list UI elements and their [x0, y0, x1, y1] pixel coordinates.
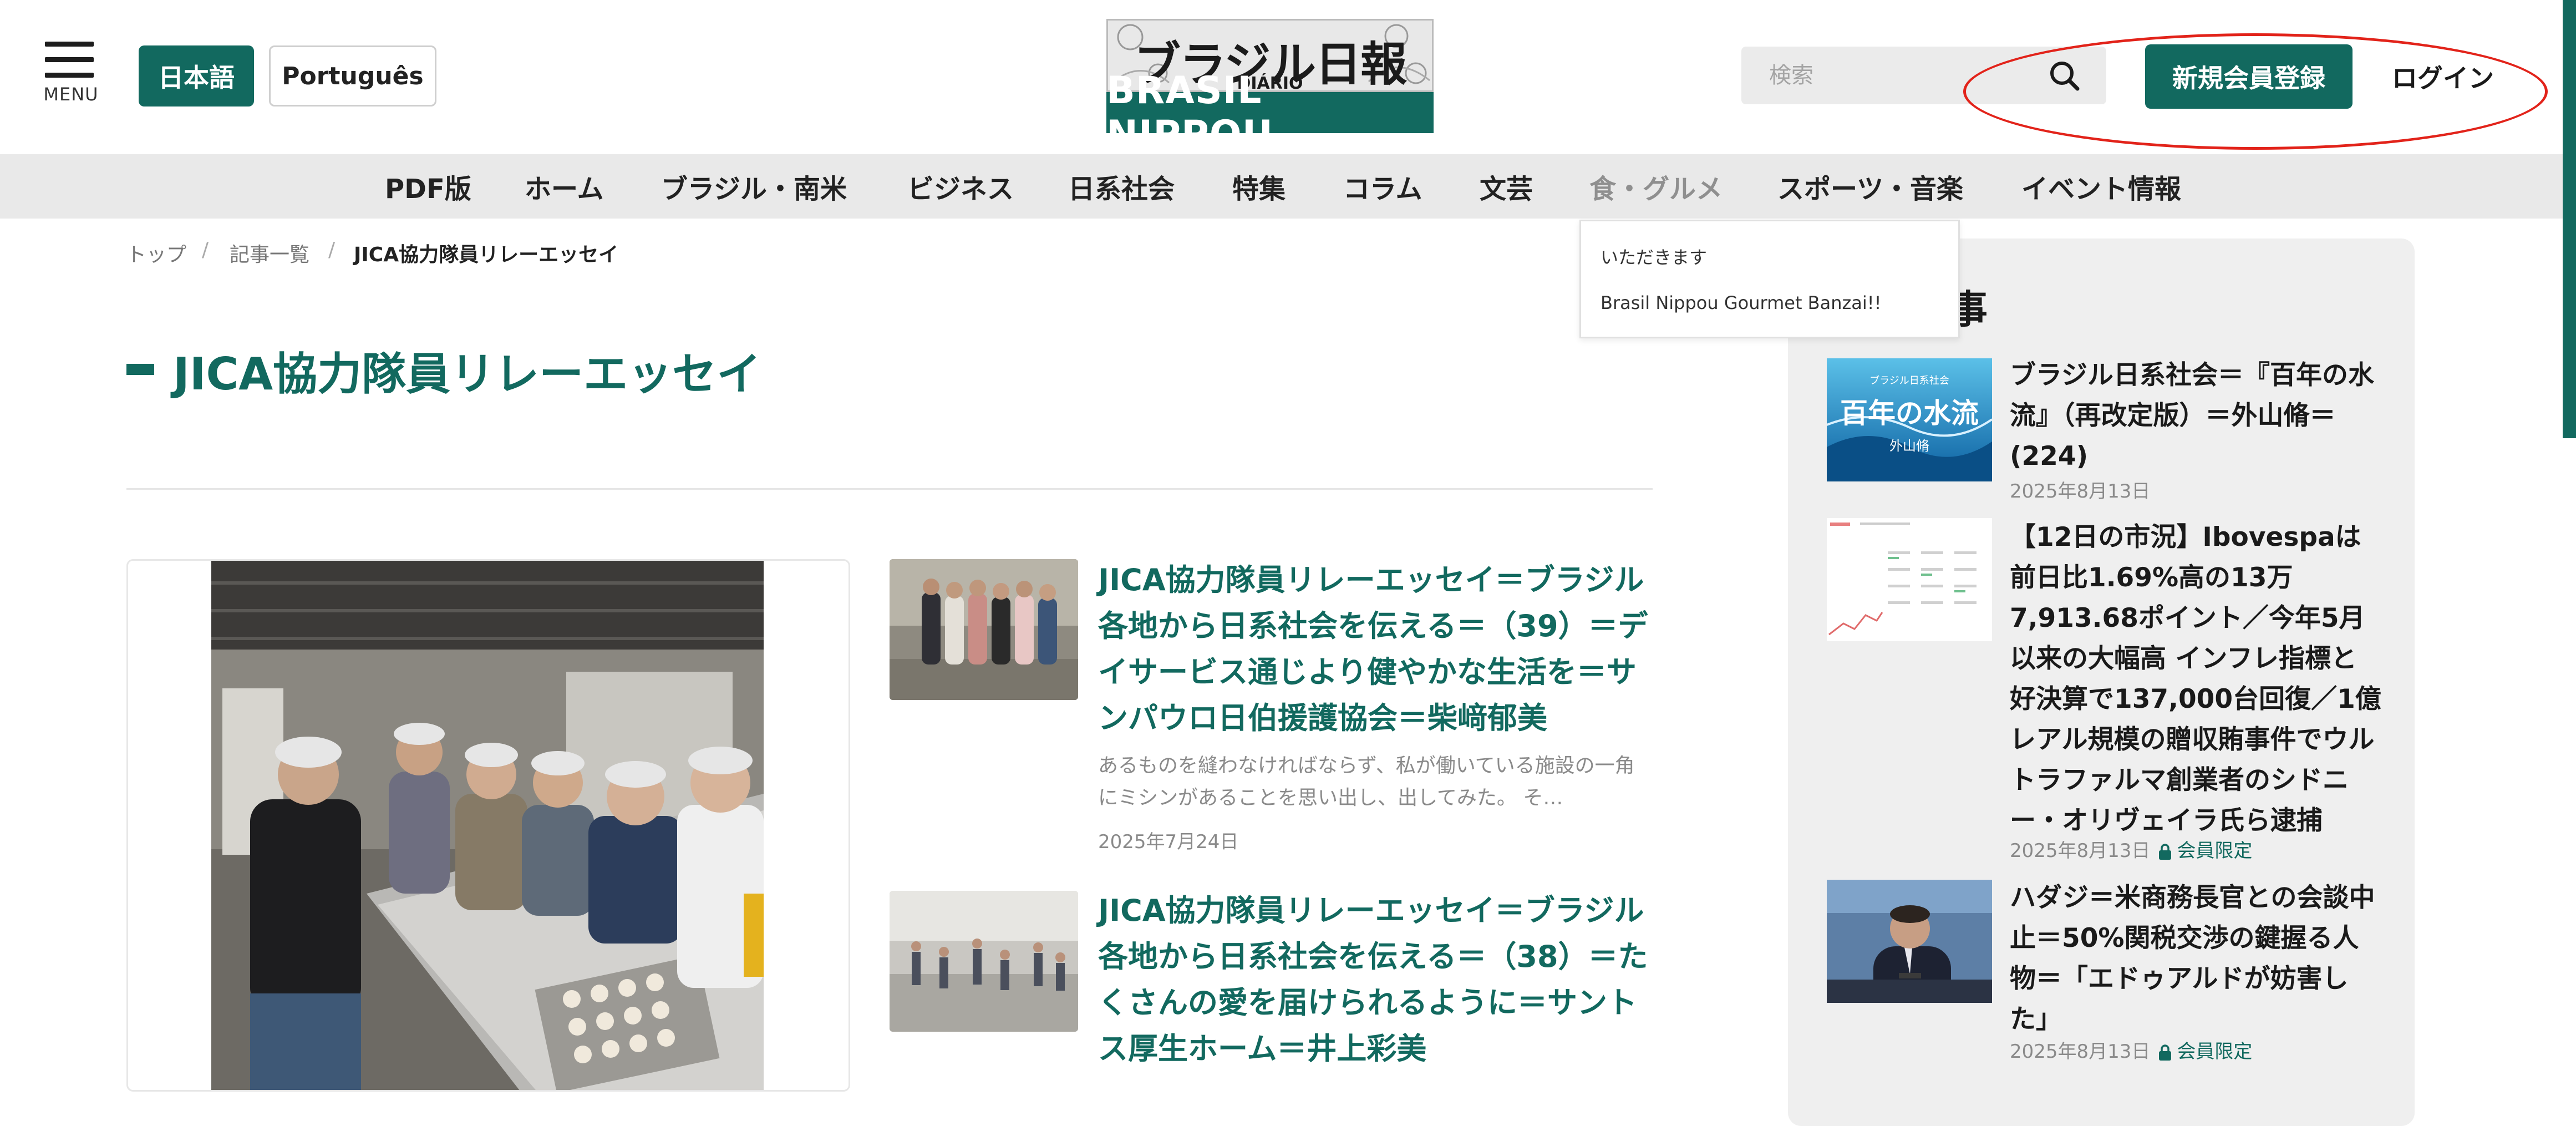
sidebar-article-date: 2025年8月13日	[2010, 840, 2151, 862]
sidebar-article-date: 2025年8月13日	[2010, 480, 2151, 503]
breadcrumb-separator: /	[328, 239, 336, 261]
sidebar-article-date: 2025年8月13日	[2010, 1041, 2151, 1063]
menu-label: MENU	[43, 84, 99, 105]
title-marker	[126, 364, 154, 375]
members-only-badge: 会員限定	[2177, 1041, 2253, 1063]
article-thumbnail-image	[890, 559, 1078, 700]
sidebar-article-meta: 2025年8月13日 会員限定	[2010, 835, 2252, 863]
featured-article-card[interactable]	[126, 559, 850, 1092]
article-thumbnail[interactable]	[890, 559, 1078, 700]
breadcrumb-current: JICA協力隊員リレーエッセイ	[354, 244, 619, 266]
nav-item-literature[interactable]: 文芸	[1480, 154, 1533, 219]
sidebar-article-title[interactable]: ハダジ＝米商務長官との会談中止＝50%関税交渉の鍵握る人物＝「エドゥアルドが妨害…	[2010, 878, 2381, 1039]
nav-item-gourmet[interactable]: 食・グルメ	[1589, 154, 1723, 219]
article-thumbnail-image	[890, 891, 1078, 1032]
nav-item-column[interactable]: コラム	[1343, 154, 1422, 219]
sidebar-article-thumbnail[interactable]	[1827, 518, 1992, 641]
lock-icon	[2159, 843, 2172, 860]
signup-button[interactable]: 新規会員登録	[2145, 44, 2353, 109]
language-japanese-button[interactable]: 日本語	[139, 45, 254, 106]
article-excerpt: あるものを縫わなければならず、私が働いている施設の一角にミシンがあることを思い出…	[1098, 754, 1635, 809]
site-logo[interactable]: ブラジル日報 DIÁRIO BRASIL NIPPOU	[1106, 19, 1434, 156]
search-box	[1741, 47, 2106, 104]
gourmet-dropdown-menu: いただきます Brasil Nippou Gourmet Banzai!!	[1579, 220, 1960, 338]
sidebar-article-title[interactable]: 【12日の市況】Ibovespaは前日比1.69%高の13万7,913.68ポイ…	[2010, 517, 2381, 841]
dropdown-item-itadakimasu[interactable]: いただきます	[1601, 244, 1707, 269]
nav-item-feature[interactable]: 特集	[1232, 154, 1286, 219]
nav-item-brazil[interactable]: ブラジル・南米	[661, 154, 847, 219]
members-only-badge: 会員限定	[2177, 840, 2253, 862]
nav-item-pdf[interactable]: PDF版	[385, 154, 471, 219]
nav-item-events[interactable]: イベント情報	[2021, 154, 2181, 219]
sidebar-article-title[interactable]: ブラジル日系社会＝『百年の水流』（再改定版）＝外山脩＝(224)	[2010, 355, 2381, 476]
page-scrollbar[interactable]	[2563, 0, 2576, 438]
nav-item-nikkei[interactable]: 日系社会	[1068, 154, 1175, 219]
breadcrumb-top[interactable]: トップ	[126, 239, 186, 267]
search-input[interactable]	[1741, 47, 2030, 104]
menu-button[interactable]: MENU	[43, 42, 99, 108]
language-portuguese-button[interactable]: Português	[269, 45, 436, 106]
sidebar-article-thumbnail[interactable]	[1827, 880, 1992, 1003]
thumbnail-caption-author: 外山脩	[1889, 438, 1929, 454]
thumbnail-caption-top: ブラジル日系社会	[1869, 374, 1949, 387]
login-link[interactable]: ログイン	[2379, 54, 2507, 99]
divider	[126, 488, 1653, 490]
lock-icon	[2159, 1044, 2172, 1061]
breadcrumb-article-list[interactable]: 記事一覧	[230, 239, 309, 267]
breadcrumb-separator: /	[202, 239, 209, 261]
nav-item-sports-music[interactable]: スポーツ・音楽	[1777, 154, 1963, 219]
nav-item-business[interactable]: ビジネス	[907, 154, 1014, 219]
article-thumbnail[interactable]	[890, 891, 1078, 1032]
sidebar-article-thumbnail-image	[1827, 880, 1992, 1003]
sidebar-article-thumbnail[interactable]: ブラジル日系社会 百年の水流 外山脩	[1827, 358, 1992, 481]
dropdown-item-gourmet-banzai[interactable]: Brasil Nippou Gourmet Banzai!!	[1601, 292, 1881, 313]
sidebar-article-meta: 2025年8月13日 会員限定	[2010, 1036, 2252, 1063]
page-title: JICA協力隊員リレーエッセイ	[173, 348, 761, 400]
sidebar-article-thumbnail-image	[1827, 518, 1992, 641]
search-icon[interactable]	[2046, 58, 2083, 94]
featured-article-image	[211, 561, 764, 1090]
nav-item-home[interactable]: ホーム	[525, 154, 604, 219]
article-title[interactable]: JICA協力隊員リレーエッセイ＝ブラジル各地から日系社会を伝える＝（39）＝デイ…	[1098, 557, 1653, 741]
article-title[interactable]: JICA協力隊員リレーエッセイ＝ブラジル各地から日系社会を伝える＝（38）＝たく…	[1098, 887, 1653, 1072]
thumbnail-caption-main: 百年の水流	[1840, 397, 1979, 429]
article-date: 2025年7月24日	[1098, 831, 1239, 853]
logo-roman-text: BRASIL NIPPOU	[1106, 69, 1434, 156]
sidebar-article-thumbnail-image: ブラジル日系社会 百年の水流 外山脩	[1827, 358, 1992, 481]
main-navigation: PDF版 ホーム ブラジル・南米 ビジネス 日系社会 特集 コラム 文芸 食・グ…	[0, 154, 2576, 219]
